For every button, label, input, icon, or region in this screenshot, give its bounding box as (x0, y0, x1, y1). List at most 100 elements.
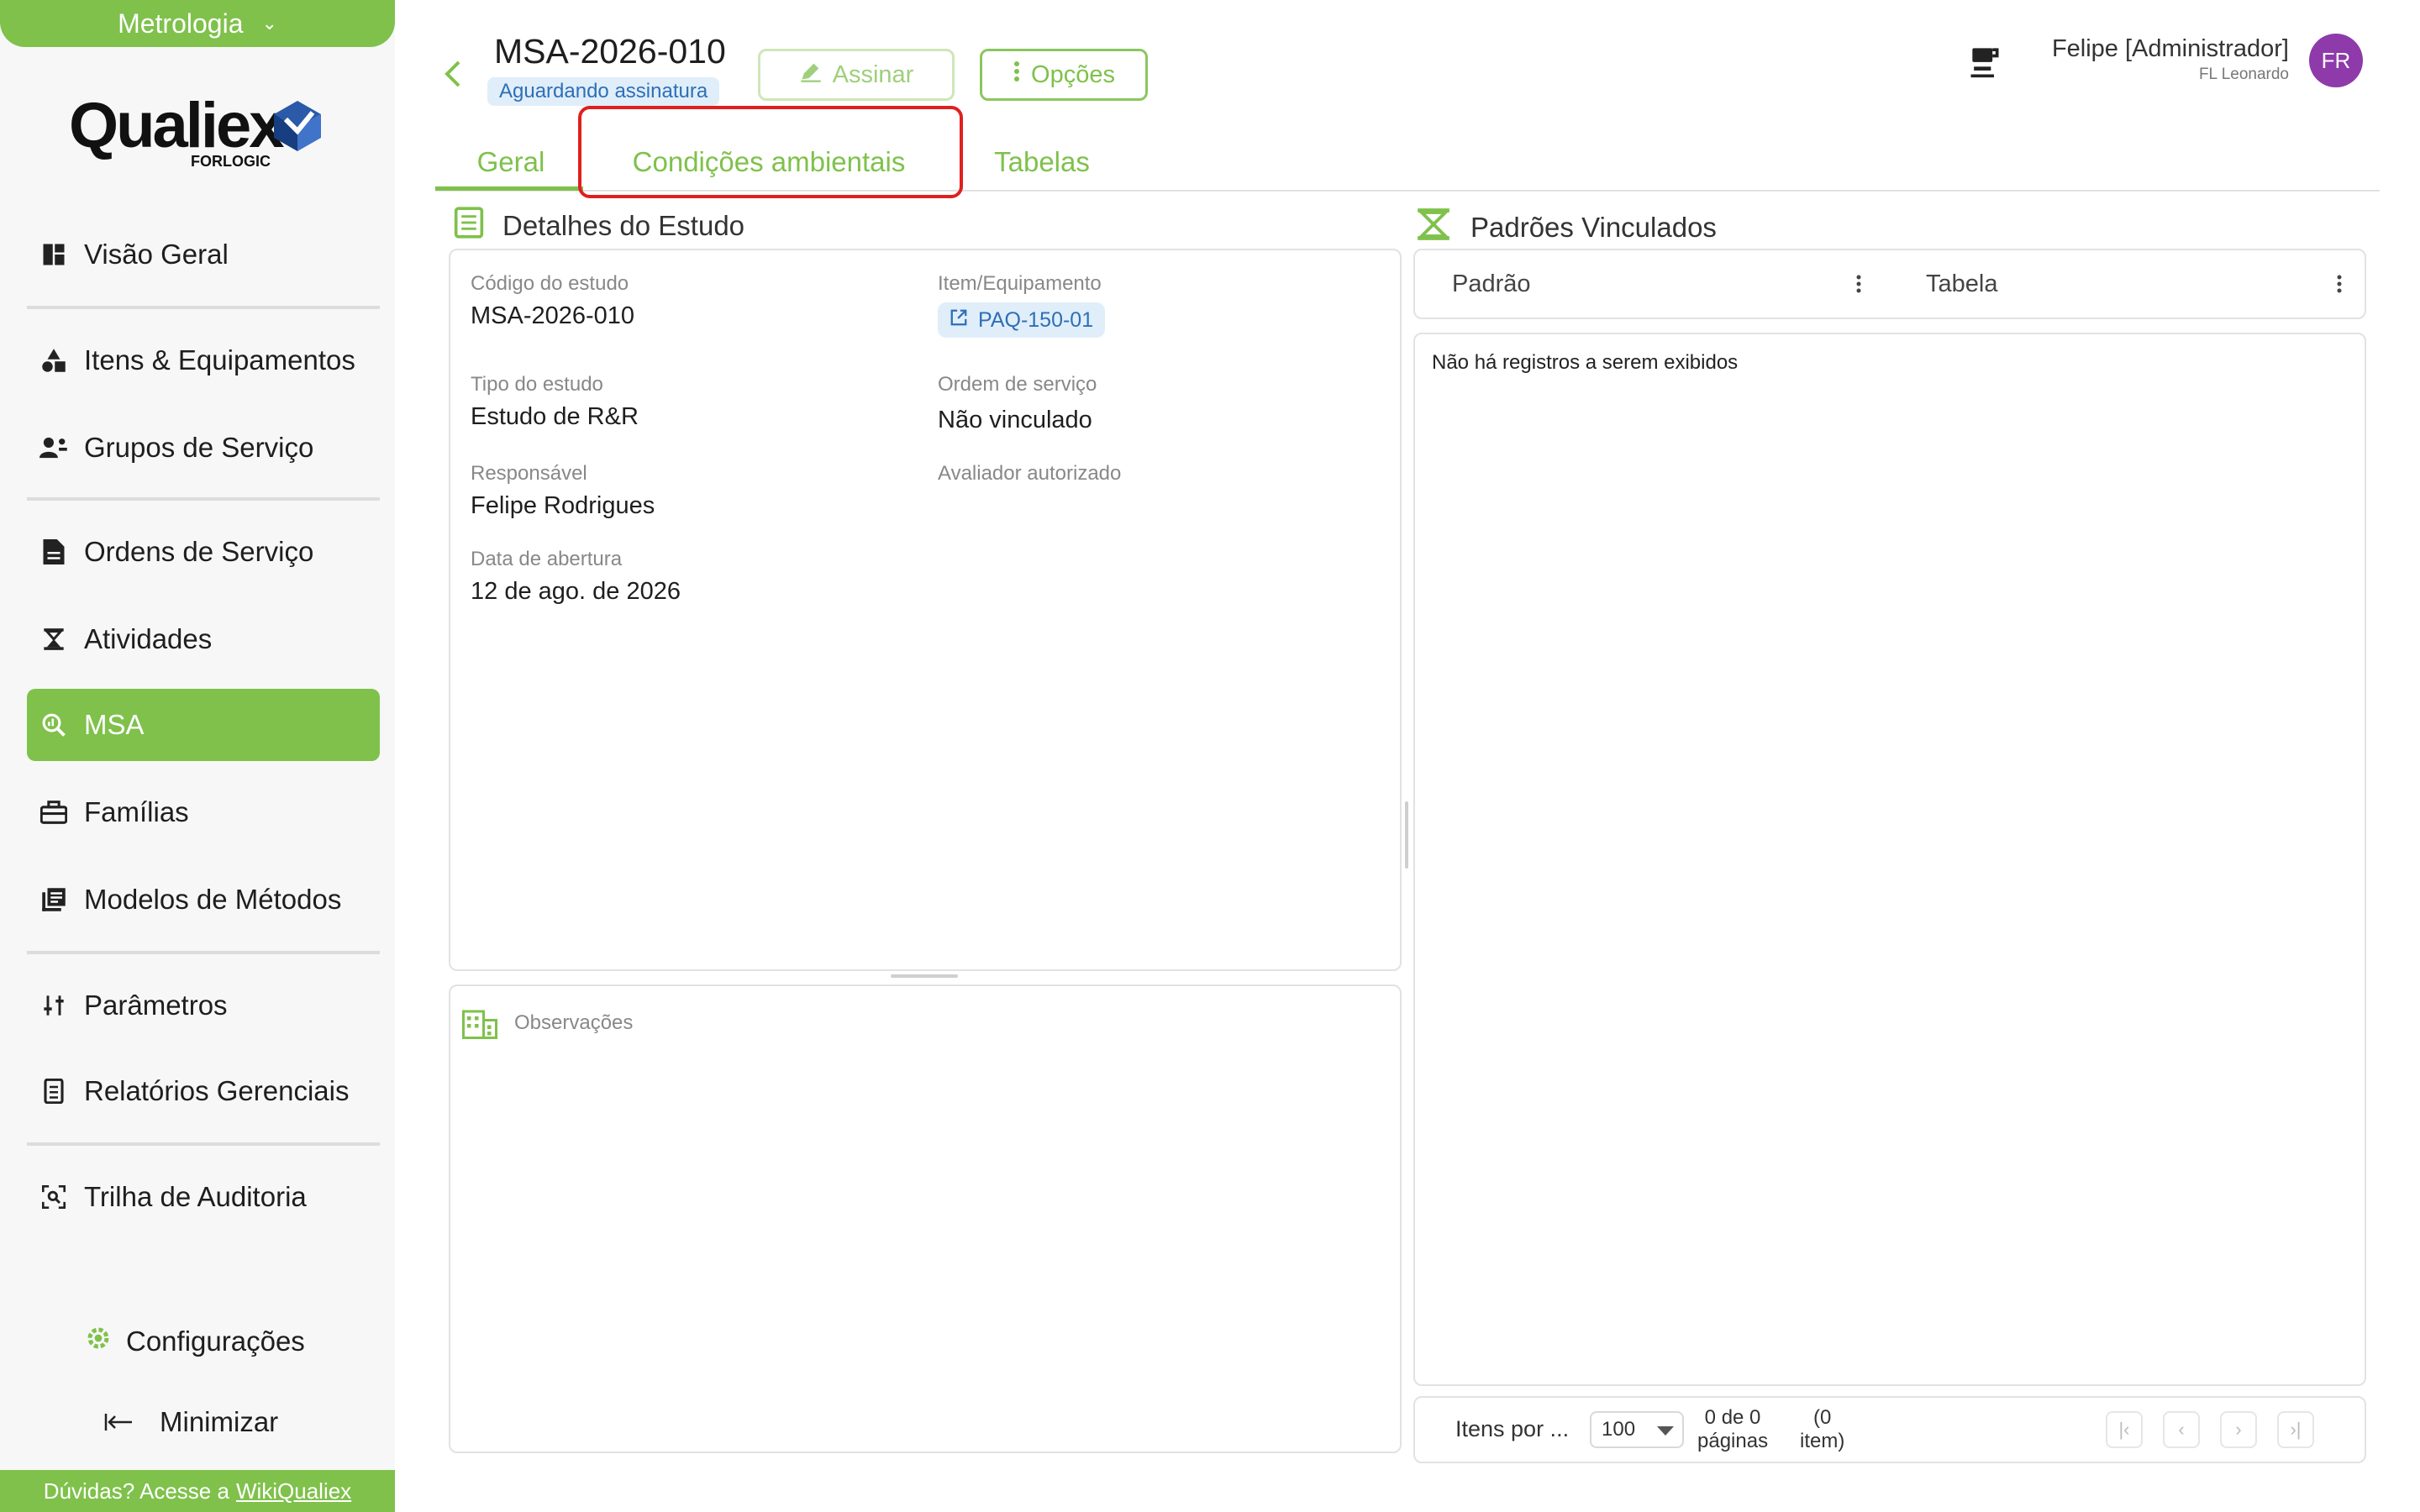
last-page-button[interactable]: ›| (2277, 1411, 2314, 1448)
sidebar-item-itens-equipamentos[interactable]: Itens & Equipamentos (27, 324, 380, 396)
logo-cube-icon (274, 101, 321, 151)
audit-scan-icon (39, 1185, 69, 1209)
first-page-button[interactable]: |‹ (2106, 1411, 2143, 1448)
observacoes-label: Observações (514, 1011, 634, 1034)
column-header-tabela[interactable]: Tabela (1926, 250, 1997, 318)
pagination-bar: Itens por ... 100 0 de 0 páginas (0 item… (1413, 1396, 2366, 1463)
item-count-line1: (0 (1813, 1406, 1832, 1429)
back-button[interactable] (440, 57, 464, 95)
tipo-value: Estudo de R&R (471, 403, 639, 430)
magnify-chart-icon (39, 712, 69, 738)
page-title: MSA-2026-010 (494, 32, 726, 71)
shapes-icon (39, 348, 69, 373)
grid-body: Não há registros a serem exibidos (1413, 333, 2366, 1386)
sidebar-item-label: Famílias (84, 796, 189, 827)
codigo-value: MSA-2026-010 (471, 302, 635, 329)
tab-condicoes-ambientais[interactable]: Condições ambientais (588, 134, 950, 190)
chevron-right-icon: › (2235, 1419, 2242, 1440)
sidebar-item-grupos-servico[interactable]: Grupos de Serviço (27, 412, 380, 484)
avaliador-label: Avaliador autorizado (938, 462, 1122, 485)
sidebar-item-relatorios[interactable]: Relatórios Gerenciais (27, 1055, 380, 1127)
sidebar-item-label: MSA (84, 709, 145, 740)
sidebar-item-parametros[interactable]: Parâmetros (27, 969, 380, 1042)
tab-geral[interactable]: Geral (437, 134, 585, 190)
items-per-page-select[interactable]: 100 (1590, 1411, 1684, 1448)
chevron-left-icon (445, 60, 460, 87)
sidebar-item-atividades[interactable]: Atividades (27, 603, 380, 675)
sidebar-item-ordens-servico[interactable]: Ordens de Serviço (27, 516, 380, 588)
column-header-padrao[interactable]: Padrão (1452, 250, 1531, 318)
column-menu-icon[interactable] (2336, 250, 2343, 318)
sidebar-item-modelos-metodos[interactable]: Modelos de Métodos (27, 864, 380, 936)
qualiex-logo: Qualiex FORLOGIC (69, 89, 329, 173)
prev-page-button[interactable]: ‹ (2163, 1411, 2200, 1448)
sidebar-item-msa[interactable]: MSA (27, 689, 380, 761)
collapse-left-icon (104, 1406, 133, 1438)
building-icon (462, 1008, 497, 1044)
open-external-icon (950, 308, 968, 333)
status-badge: Aguardando assinatura (487, 77, 720, 106)
sidebar-divider (27, 1142, 380, 1146)
sidebar-item-visao-geral[interactable]: Visão Geral (27, 218, 380, 291)
page-count-line1: 0 de 0 (1704, 1406, 1761, 1429)
logo-text: Qualiex (69, 90, 285, 161)
user-name: Felipe [Administrador] (2051, 35, 2289, 62)
dropdown-arrow-icon (1657, 1426, 1674, 1436)
last-page-icon: ›| (2290, 1419, 2302, 1440)
vertical-resize-handle[interactable] (1405, 801, 1408, 869)
hourglass-icon (1415, 207, 1452, 249)
sidebar-divider (27, 951, 380, 954)
column-menu-icon[interactable] (1855, 250, 1862, 318)
module-label: Metrologia (118, 8, 244, 39)
empty-message: Não há registros a serem exibidos (1432, 351, 1739, 374)
item-equipamento-value: PAQ-150-01 (978, 307, 1094, 332)
padroes-section-header: Padrões Vinculados (1415, 207, 1717, 249)
item-equipamento-link[interactable]: PAQ-150-01 (938, 302, 1106, 338)
details-section-header: Detalhes do Estudo (454, 207, 744, 245)
sidebar-item-label: Atividades (84, 623, 213, 654)
coffee-cup-icon[interactable] (1966, 42, 2003, 83)
sidebar-item-label: Grupos de Serviço (84, 432, 314, 463)
codigo-label: Código do estudo (471, 272, 629, 295)
sidebar-item-trilha-auditoria[interactable]: Trilha de Auditoria (27, 1161, 380, 1233)
sidebar-item-label: Itens & Equipamentos (84, 344, 355, 375)
sidebar-divider (27, 497, 380, 501)
first-page-icon: |‹ (2118, 1419, 2130, 1440)
sidebar-item-label: Visão Geral (84, 239, 229, 270)
data-label: Data de abertura (471, 548, 623, 570)
toolbox-icon (39, 801, 69, 824)
tab-tabelas[interactable]: Tabelas (966, 134, 1118, 190)
sidebar-item-label: Modelos de Métodos (84, 884, 342, 915)
tab-active-indicator (435, 186, 583, 191)
dashboard-icon (39, 242, 69, 267)
next-page-button[interactable]: › (2220, 1411, 2257, 1448)
avatar[interactable]: FR (2309, 34, 2363, 87)
details-section-title: Detalhes do Estudo (502, 210, 745, 241)
pen-icon (799, 60, 823, 90)
sidebar-item-label: Relatórios Gerenciais (84, 1075, 350, 1106)
grid-header: Padrão Tabela (1413, 249, 2366, 319)
module-selector[interactable]: Metrologia ⌄ (0, 0, 395, 47)
item-count-line2: item) (1800, 1430, 1845, 1452)
list-document-icon (454, 207, 484, 245)
ordem-label: Ordem de serviço (938, 373, 1097, 396)
options-button[interactable]: Opções (980, 49, 1148, 101)
minimizar-button[interactable]: Minimizar (104, 1406, 278, 1438)
logo-sub: FORLOGIC (191, 153, 271, 170)
tipo-label: Tipo do estudo (471, 373, 603, 396)
configuracoes-button[interactable]: Configurações (86, 1326, 305, 1357)
responsavel-value: Felipe Rodrigues (471, 492, 655, 519)
minimizar-label: Minimizar (160, 1406, 279, 1437)
horizontal-resize-handle[interactable] (891, 974, 958, 978)
ordem-value: Não vinculado (938, 407, 1092, 433)
sign-button[interactable]: Assinar (758, 49, 955, 101)
wiki-link[interactable]: WikiQualiex (236, 1478, 351, 1504)
page-count-info: 0 de 0 páginas (1697, 1406, 1768, 1453)
sidebar-item-label: Ordens de Serviço (84, 536, 314, 567)
item-count-info: (0 item) (1800, 1406, 1844, 1453)
sign-label: Assinar (832, 60, 914, 88)
chevron-down-icon: ⌄ (261, 13, 277, 34)
details-card: Código do estudo MSA-2026-010 Item/Equip… (449, 249, 1402, 971)
sidebar-item-familias[interactable]: Famílias (27, 776, 380, 848)
group-icon (39, 435, 69, 460)
